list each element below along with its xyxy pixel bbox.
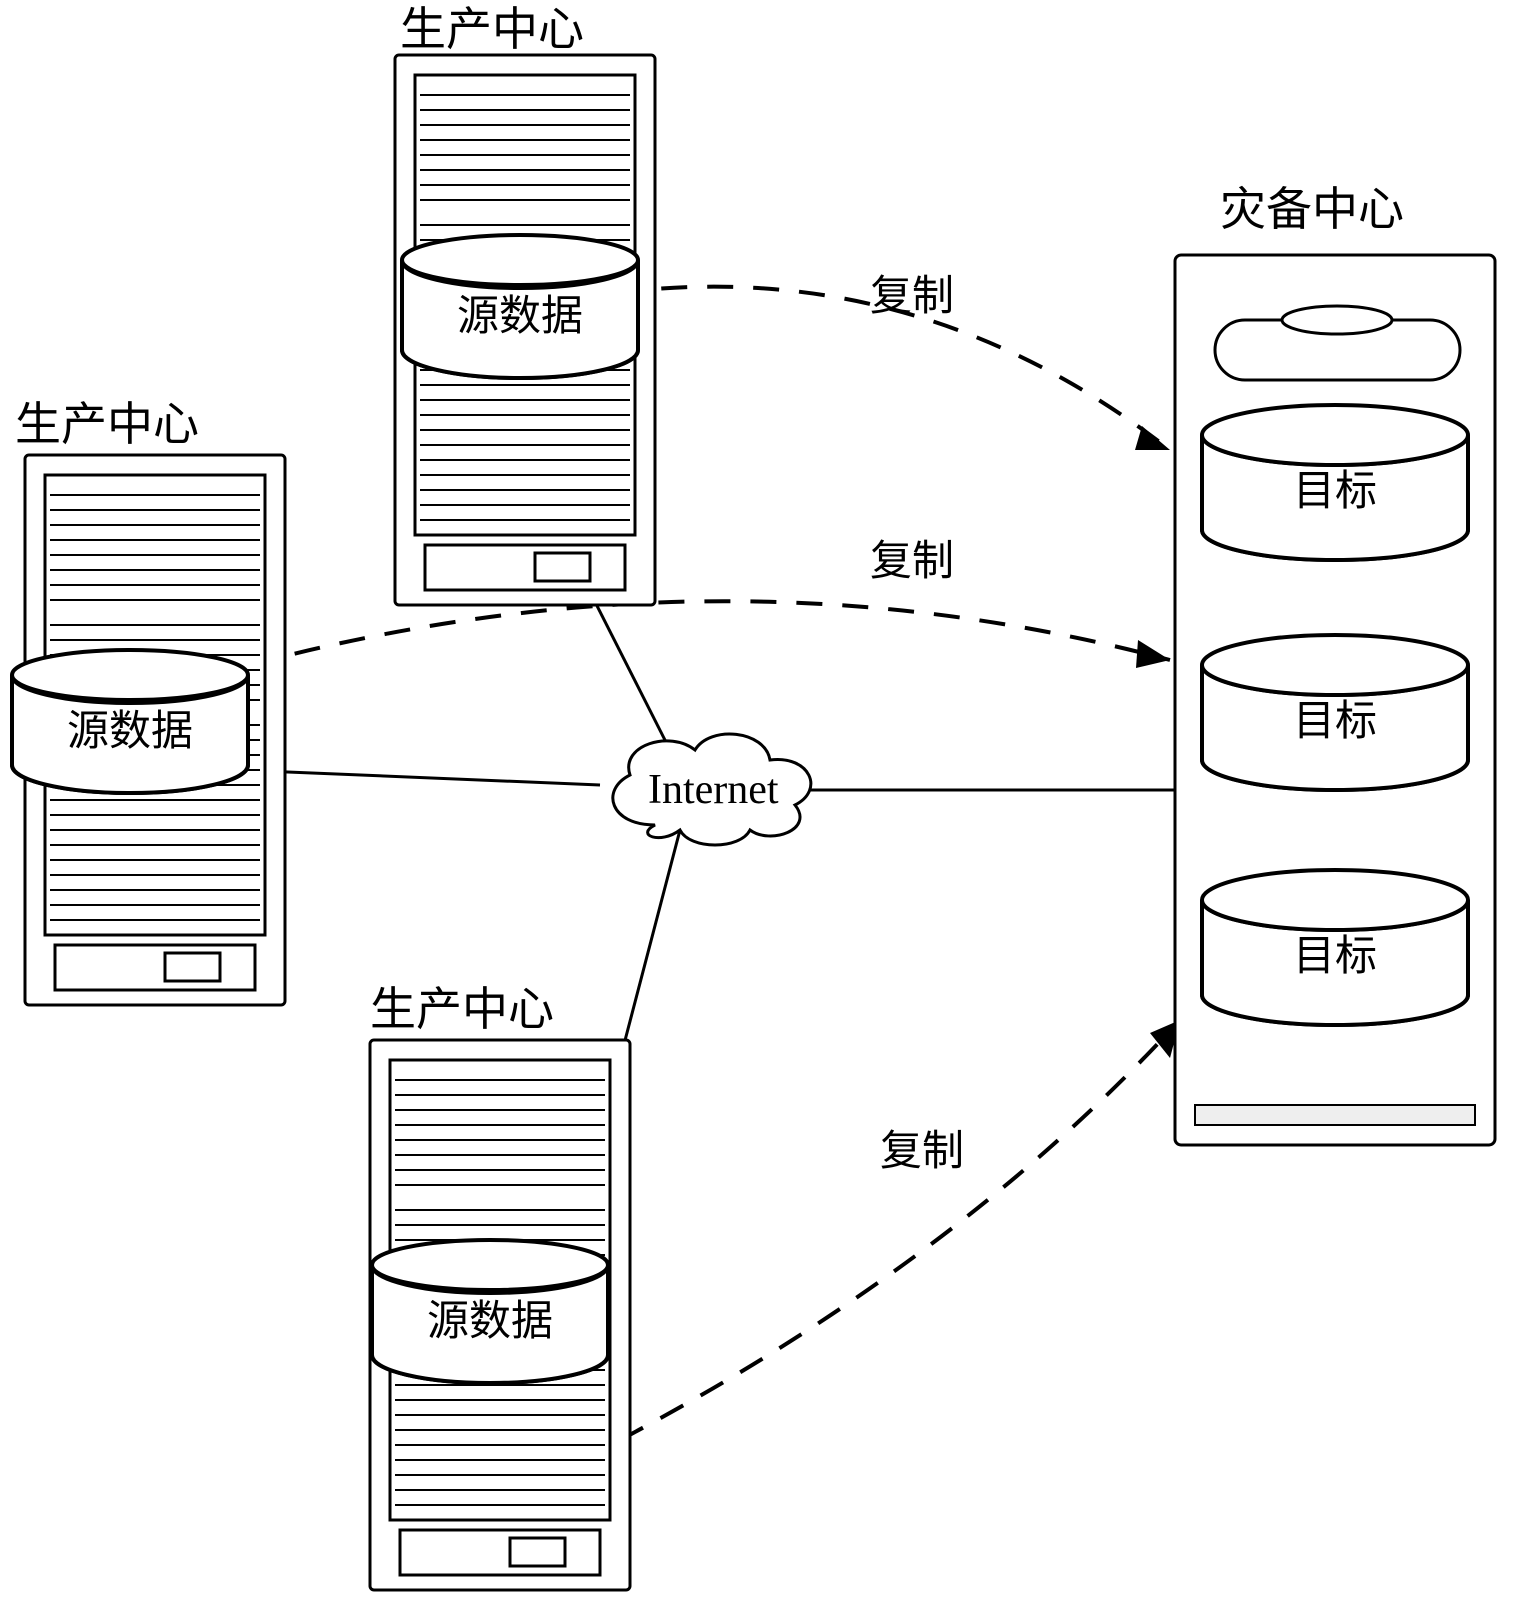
producer-1-disk: 源数据 — [402, 235, 638, 378]
producer-3-data-label: 源数据 — [427, 1299, 553, 1345]
architecture-diagram: Internet 生产中心 源数据 生产中心 源数据 生产中心 源数据 灾备中心… — [0, 0, 1523, 1600]
producer-3-title: 生产中心 — [370, 984, 554, 1035]
copy-label-3: 复制 — [880, 1129, 964, 1175]
copy-label-2: 复制 — [870, 539, 954, 585]
producer-3-disk: 源数据 — [372, 1240, 608, 1383]
dr-center-title: 灾备中心 — [1220, 184, 1404, 235]
copy-label-1: 复制 — [870, 274, 954, 320]
dr-target-3: 目标 — [1202, 870, 1468, 1025]
dr-target-2: 目标 — [1202, 635, 1468, 790]
dr-target-2-label: 目标 — [1293, 699, 1377, 745]
producer-2-data-label: 源数据 — [67, 709, 193, 755]
producer-2-title: 生产中心 — [15, 399, 199, 450]
dr-target-3-label: 目标 — [1293, 934, 1377, 980]
dr-target-1-label: 目标 — [1293, 469, 1377, 515]
producer-2-disk: 源数据 — [12, 650, 248, 793]
dr-target-1: 目标 — [1202, 405, 1468, 560]
copy-arc-3 — [620, 1020, 1180, 1440]
cloud-label: Internet — [648, 767, 779, 813]
copy-arc-2 — [250, 601, 1170, 665]
internet-cloud: Internet — [613, 734, 811, 845]
net-line — [240, 770, 600, 785]
producer-1-title: 生产中心 — [400, 4, 584, 55]
producer-1-data-label: 源数据 — [457, 294, 583, 340]
arrowhead-icon — [1136, 640, 1170, 668]
